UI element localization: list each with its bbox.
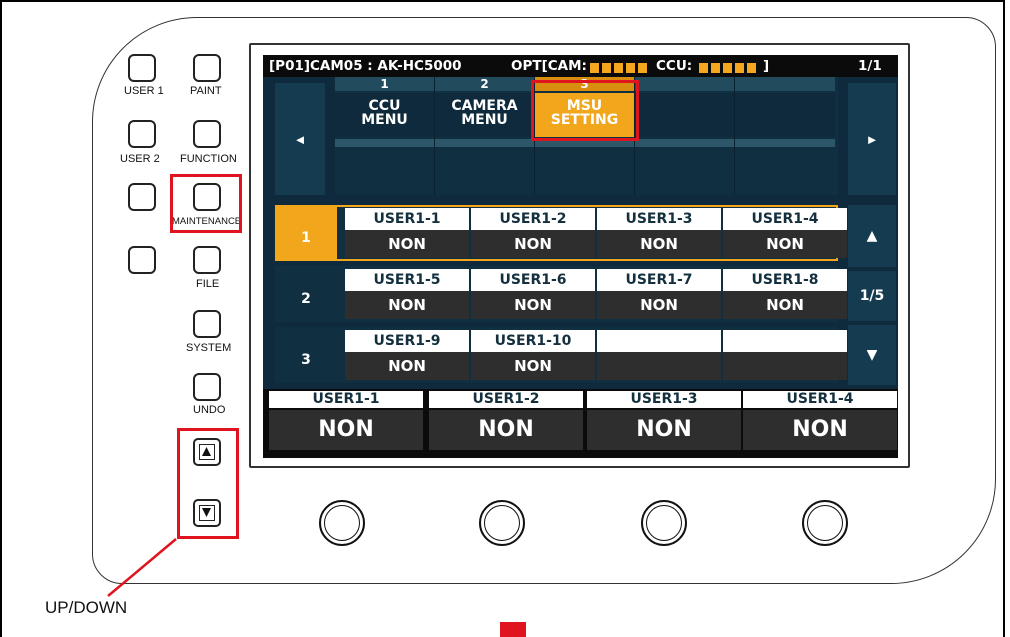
undo-label: UNDO: [193, 404, 226, 416]
tab-number: [635, 77, 734, 91]
tab-label: [735, 93, 835, 137]
bottom-bar: USER1-1 NON USER1-2 NON USER1-3 NON USER1-4…: [263, 389, 898, 458]
setting-cell[interactable]: [597, 330, 721, 380]
tab-empty-5[interactable]: [735, 77, 835, 195]
up-down-callout: UP/DOWN: [45, 598, 128, 617]
cam-level-meter: [590, 60, 650, 76]
setting-cell[interactable]: USER1-4 NON: [723, 208, 847, 258]
function-button[interactable]: [193, 120, 221, 148]
up-down-highlight: [177, 428, 239, 539]
maintenance-highlight: [170, 174, 242, 233]
table-row[interactable]: 3 USER1-9 NON USER1-10 NON: [275, 327, 847, 383]
bottom-cell[interactable]: USER1-3 NON: [587, 391, 741, 455]
row-index: 1: [275, 205, 337, 261]
rotary-knob-2[interactable]: [479, 500, 525, 546]
user1-label: USER 1: [124, 85, 164, 97]
blank-button-1[interactable]: [128, 183, 156, 211]
down-triangle-icon: ▼: [866, 347, 878, 363]
system-label: SYSTEM: [186, 342, 232, 354]
bottom-cell[interactable]: USER1-4 NON: [743, 391, 897, 455]
table-row[interactable]: 1 USER1-1 NON USER1-2 NON USER1-3 NON USER1…: [275, 205, 847, 261]
user2-button[interactable]: [128, 120, 156, 148]
bottom-cell[interactable]: USER1-2 NON: [429, 391, 583, 455]
paint-label: PAINT: [190, 85, 222, 97]
right-arrow-icon: ►: [865, 131, 879, 147]
tab-empty-4[interactable]: [635, 77, 735, 195]
rotary-knob-1[interactable]: [319, 500, 365, 546]
tab-ccu-menu[interactable]: 1 CCU MENU: [335, 77, 435, 195]
setting-cell[interactable]: USER1-10 NON: [471, 330, 595, 380]
tab-label: CAMERA MENU: [435, 93, 534, 137]
header-bracket: ]: [763, 58, 770, 74]
rotary-knob-4[interactable]: [802, 500, 848, 546]
setting-cell[interactable]: USER1-1 NON: [345, 208, 469, 258]
msu-setting-highlight: [531, 80, 639, 141]
setting-cell[interactable]: USER1-2 NON: [471, 208, 595, 258]
setting-cell[interactable]: USER1-5 NON: [345, 269, 469, 319]
user2-label: USER 2: [120, 153, 160, 165]
header-page: 1/1: [858, 58, 882, 74]
camera-title: [P01]CAM05 : AK-HC5000: [269, 58, 462, 74]
user1-button[interactable]: [128, 54, 156, 82]
table-row[interactable]: 2 USER1-5 NON USER1-6 NON USER1-7 NON USER1…: [275, 266, 847, 322]
tab-number: 1: [335, 77, 434, 91]
bottom-cell[interactable]: USER1-1 NON: [269, 391, 423, 455]
setting-cell[interactable]: USER1-8 NON: [723, 269, 847, 319]
blank-button-2[interactable]: [128, 246, 156, 274]
row-index: 3: [301, 352, 311, 368]
tab-label: [635, 93, 734, 137]
setting-cell[interactable]: USER1-7 NON: [597, 269, 721, 319]
setting-cell[interactable]: USER1-9 NON: [345, 330, 469, 380]
tab-right-button[interactable]: ►: [848, 83, 896, 195]
up-triangle-icon: ▲: [866, 228, 878, 244]
function-label: FUNCTION: [180, 153, 237, 165]
scroll-down-button[interactable]: ▼: [848, 325, 896, 385]
paint-button[interactable]: [193, 54, 221, 82]
ccu-label: CCU:: [656, 58, 693, 74]
next-step-arrow-icon: [500, 622, 526, 637]
setting-rows: 1 USER1-1 NON USER1-2 NON USER1-3 NON USER1…: [275, 205, 847, 385]
scroll-up-button[interactable]: ▲: [848, 205, 896, 267]
status-header: [P01]CAM05 : AK-HC5000 OPT[CAM: CCU: ] 1…: [263, 55, 898, 77]
page-indicator: 1/5: [848, 271, 896, 321]
tab-label: CCU MENU: [335, 93, 434, 137]
tab-left-button[interactable]: ◄: [275, 83, 325, 195]
row-index: 2: [301, 291, 311, 307]
setting-cell[interactable]: USER1-6 NON: [471, 269, 595, 319]
tab-number: 2: [435, 77, 534, 91]
undo-button[interactable]: [193, 373, 221, 401]
tab-camera-menu[interactable]: 2 CAMERA MENU: [435, 77, 535, 195]
file-button[interactable]: [193, 246, 221, 274]
setting-cell[interactable]: USER1-3 NON: [597, 208, 721, 258]
left-arrow-icon: ◄: [293, 131, 307, 147]
opt-cam-label: OPT[CAM:: [511, 58, 587, 74]
system-button[interactable]: [193, 310, 221, 338]
ccu-level-meter: [699, 60, 759, 76]
tab-number: [735, 77, 835, 91]
rotary-knob-3[interactable]: [641, 500, 687, 546]
file-label: FILE: [196, 278, 220, 290]
setting-cell[interactable]: [723, 330, 847, 380]
